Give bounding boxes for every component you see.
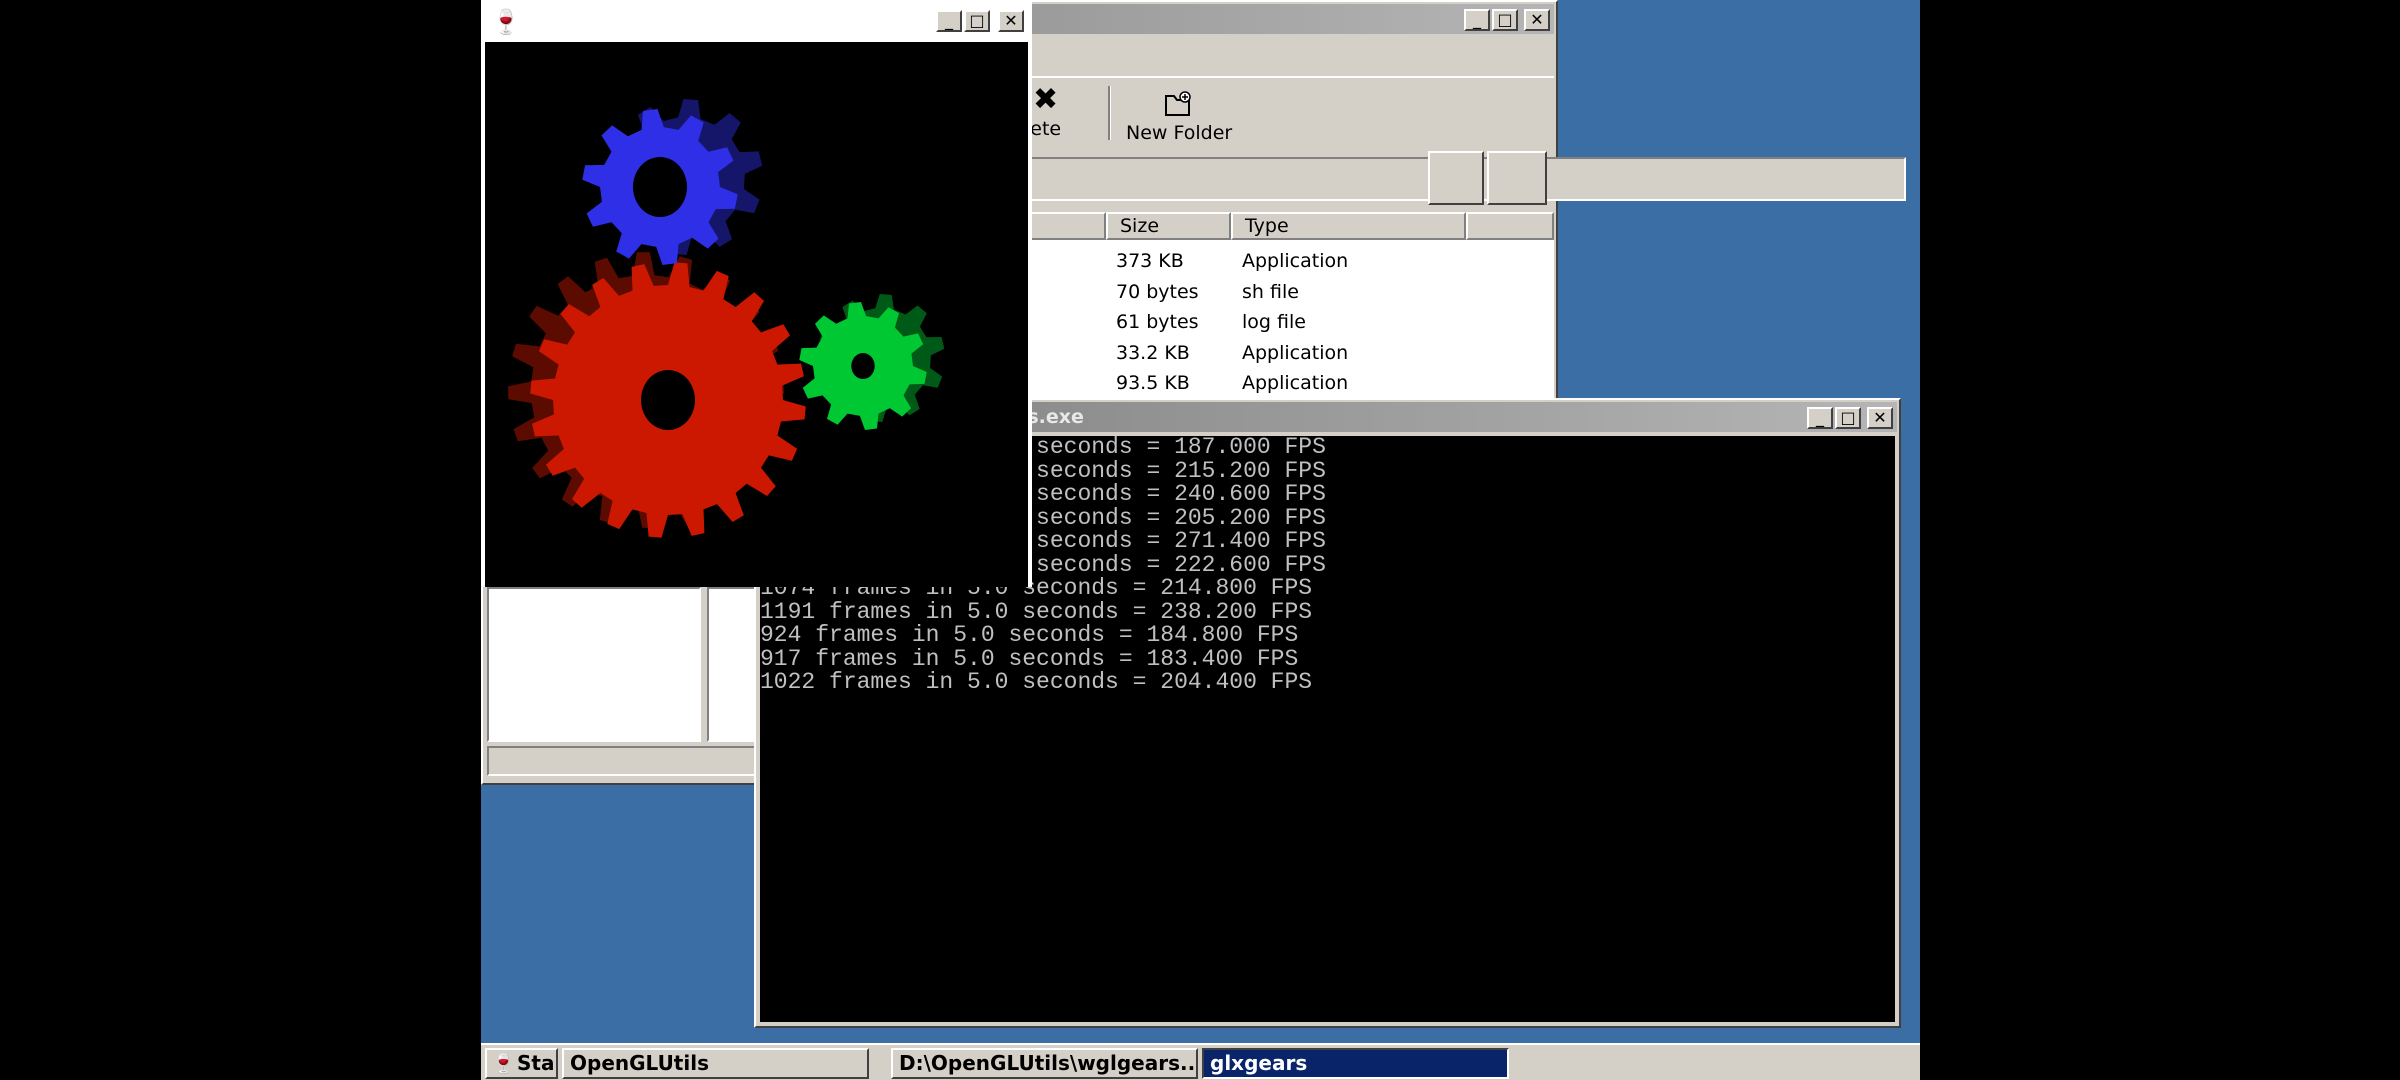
console-line: 917 frames in 5.0 seconds = 183.400 FPS (760, 645, 1299, 672)
file-type: log file (1242, 311, 1306, 333)
maximize-icon: □ (1497, 10, 1513, 29)
address-up-button[interactable] (1487, 151, 1547, 205)
delete-x-icon: ✖ (1033, 82, 1059, 117)
maximize-button[interactable]: □ (1492, 9, 1518, 31)
close-button[interactable]: ✕ (998, 10, 1024, 32)
maximize-icon: □ (1840, 408, 1856, 427)
delete-button[interactable]: ✖ lete (1025, 82, 1085, 142)
minimize-button[interactable]: _ (936, 10, 962, 32)
task-glxgears[interactable]: glxgears (1202, 1048, 1509, 1079)
gears-canvas[interactable] (485, 42, 1028, 587)
new-folder-button[interactable]: New Folder (1122, 82, 1233, 144)
column-header-extra[interactable] (1466, 212, 1554, 240)
file-type: Application (1242, 341, 1349, 364)
file-type: Application (1242, 372, 1349, 394)
folder-pane[interactable] (487, 587, 701, 742)
desktop: _ □ ✕ ✖ lete New Folder Size Type 373 KB… (481, 0, 1920, 1080)
start-button[interactable]: 🍷 Start (485, 1048, 558, 1079)
file-size: 373 KB (1116, 250, 1184, 272)
red-gear (508, 252, 806, 538)
file-size: 93.5 KB (1116, 372, 1190, 394)
column-header-type[interactable]: Type (1231, 212, 1466, 240)
minimize-icon: _ (1473, 10, 1481, 29)
close-icon: ✕ (1530, 10, 1544, 29)
blue-gear (582, 99, 763, 265)
taskbar: 🍷 Start OpenGLUtils D:\OpenGLUtils\wglge… (481, 1043, 1920, 1080)
file-type: sh file (1242, 280, 1299, 303)
minimize-button[interactable]: _ (1464, 9, 1490, 31)
file-size: 33.2 KB (1116, 341, 1190, 364)
toolbar-separator (1108, 86, 1111, 140)
console-line: 1191 frames in 5.0 seconds = 238.200 FPS (760, 598, 1313, 625)
console-line: 924 frames in 5.0 seconds = 184.800 FPS (760, 622, 1299, 648)
wine-glass-icon: 🍷 (491, 8, 521, 36)
new-folder-label: New Folder (1126, 122, 1233, 144)
close-button[interactable]: ✕ (1524, 9, 1550, 31)
file-size: 61 bytes (1116, 311, 1199, 333)
close-button[interactable]: ✕ (1867, 407, 1893, 429)
file-type: Application (1242, 250, 1349, 272)
maximize-icon: □ (969, 11, 985, 30)
green-gear (799, 294, 945, 430)
file-size: 70 bytes (1116, 280, 1199, 303)
address-go-button[interactable] (1428, 151, 1484, 205)
close-icon: ✕ (1873, 408, 1887, 427)
console-line: 1022 frames in 5.0 seconds = 204.400 FPS (760, 669, 1313, 695)
wine-glass-icon: 🍷 (491, 1051, 516, 1075)
task-wglgears-path[interactable]: D:\OpenGLUtils\wglgears.... (891, 1048, 1198, 1079)
start-label: Start (517, 1051, 556, 1075)
column-header-size[interactable]: Size (1106, 212, 1231, 240)
new-folder-icon (1165, 91, 1191, 116)
gears-titlebar[interactable]: 🍷 _ □ ✕ (485, 4, 1028, 39)
task-openglutils[interactable]: OpenGLUtils (562, 1048, 869, 1079)
close-icon: ✕ (1004, 11, 1018, 30)
maximize-button[interactable]: □ (964, 10, 990, 32)
maximize-button[interactable]: □ (1835, 407, 1861, 429)
minimize-icon: _ (1816, 408, 1824, 427)
gears-window: 🍷 _ □ ✕ (481, 0, 1032, 587)
minimize-icon: _ (945, 11, 953, 30)
minimize-button[interactable]: _ (1807, 407, 1833, 429)
